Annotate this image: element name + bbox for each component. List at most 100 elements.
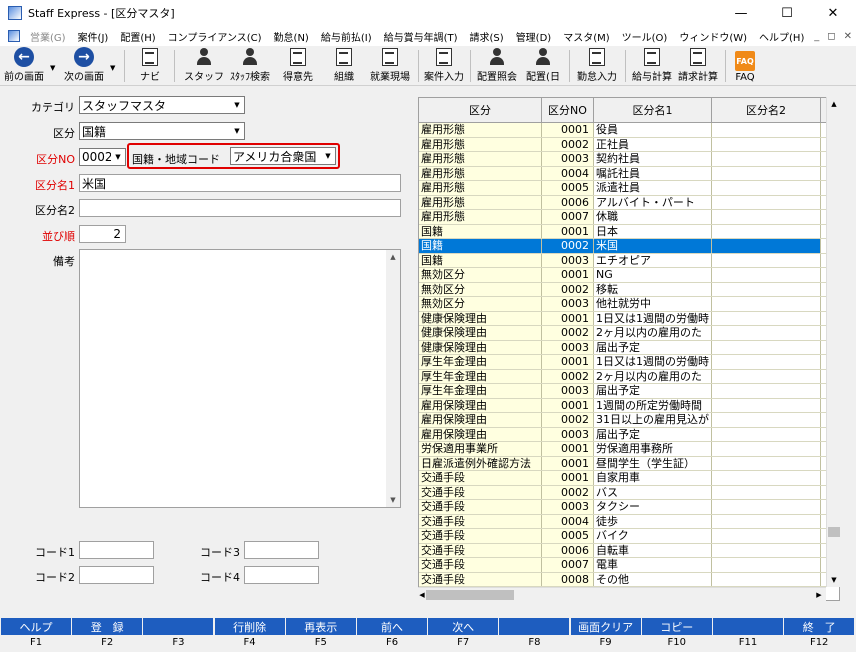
menu-item-eigyo[interactable]: 営業(G) (24, 29, 72, 44)
cell-name2[interactable] (712, 152, 821, 166)
name1-field[interactable]: 米国 (79, 174, 401, 192)
cell-kubun[interactable]: 雇用形態 (419, 123, 542, 137)
grid-vertical-scrollbar[interactable]: ▲ ▼ (826, 97, 840, 587)
cell-kubun-no[interactable]: 0006 (542, 543, 594, 557)
menu-item-window[interactable]: ウィンドウ(W) (673, 29, 753, 44)
menu-item-compliance[interactable]: コンプライアンス(C) (162, 29, 268, 44)
cell-name1[interactable]: 他社就労中 (594, 297, 712, 311)
cell-name2[interactable] (712, 224, 821, 238)
cell-name2[interactable] (712, 398, 821, 412)
table-row[interactable]: 交通手段 0008 その他 (419, 572, 839, 587)
fkey-f6-button[interactable]: 前へ (357, 618, 427, 635)
cell-kubun[interactable]: 交通手段 (419, 514, 542, 528)
cell-name1[interactable]: 嘱託社員 (594, 166, 712, 180)
payroll-calc-button[interactable]: 給与計算 (630, 46, 674, 86)
cell-kubun[interactable]: 健康保険理由 (419, 340, 542, 354)
cell-kubun-no[interactable]: 0002 (542, 413, 594, 427)
attendance-input-button[interactable]: 勤怠入力 (574, 46, 620, 86)
worksite-button[interactable]: 就業現場 (367, 46, 413, 86)
table-row[interactable]: 雇用形態 0005 派遣社員 (419, 181, 839, 196)
billing-calc-button[interactable]: 請求計算 (676, 46, 720, 86)
table-row[interactable]: 健康保険理由 0001 1日又は1週間の労働時 (419, 311, 839, 326)
scroll-up-icon[interactable]: ▲ (827, 97, 841, 111)
country-code-select[interactable]: アメリカ合衆国 ▼ (230, 147, 336, 165)
cell-kubun[interactable]: 雇用形態 (419, 152, 542, 166)
navi-button[interactable]: ナビ (132, 46, 168, 86)
menu-item-seikyu[interactable]: 請求(S) (464, 29, 510, 44)
fkey-f1-button[interactable]: ヘルプ (1, 618, 71, 635)
cell-kubun-no[interactable]: 0004 (542, 514, 594, 528)
cell-name2[interactable] (712, 355, 821, 369)
cell-name1[interactable]: 徒歩 (594, 514, 712, 528)
cell-name2[interactable] (712, 456, 821, 470)
cell-kubun-no[interactable]: 0001 (542, 311, 594, 325)
cell-kubun-no[interactable]: 0001 (542, 355, 594, 369)
assignment-inquiry-button[interactable]: 配置照会 (474, 46, 520, 86)
menu-item-haichi[interactable]: 配置(H) (114, 29, 161, 44)
cell-kubun-no[interactable]: 0008 (542, 572, 594, 586)
table-row[interactable]: 無効区分 0002 移転 (419, 282, 839, 297)
cell-kubun-no[interactable]: 0004 (542, 166, 594, 180)
order-field[interactable]: 2 (79, 225, 126, 243)
fkey-f12-button[interactable]: 終 了 (784, 618, 855, 635)
cell-kubun[interactable]: 雇用形態 (419, 195, 542, 209)
cell-kubun-no[interactable]: 0002 (542, 239, 594, 253)
cell-name1[interactable]: 届出予定 (594, 427, 712, 441)
table-row[interactable]: 国籍 0003 エチオピア (419, 253, 839, 268)
grid-header-kubun-no[interactable]: 区分NO (542, 98, 594, 122)
cell-kubun[interactable]: 厚生年金理由 (419, 355, 542, 369)
cell-name1[interactable]: アルバイト・パート (594, 195, 712, 209)
table-row[interactable]: 無効区分 0001 NG (419, 268, 839, 283)
cell-name1[interactable]: 1日又は1週間の労働時 (594, 355, 712, 369)
cell-kubun-no[interactable]: 0003 (542, 340, 594, 354)
menu-item-master[interactable]: マスタ(M) (557, 29, 615, 44)
cell-name2[interactable] (712, 137, 821, 151)
table-row[interactable]: 交通手段 0006 自転車 (419, 543, 839, 558)
cell-name1[interactable]: 労保適用事務所 (594, 442, 712, 456)
scroll-down-icon[interactable]: ▼ (827, 573, 841, 587)
maximize-button[interactable]: ☐ (764, 0, 810, 26)
table-row[interactable]: 雇用形態 0004 嘱託社員 (419, 166, 839, 181)
chevron-down-icon[interactable]: ▼ (321, 148, 335, 164)
cell-name2[interactable] (712, 268, 821, 282)
staff-button[interactable]: スタッフ (183, 46, 225, 86)
cell-name1[interactable]: 31日以上の雇用見込が (594, 413, 712, 427)
cell-kubun[interactable]: 雇用保険理由 (419, 427, 542, 441)
table-row[interactable]: 健康保険理由 0002 2ヶ月以内の雇用のた (419, 326, 839, 341)
cell-kubun[interactable]: 雇用保険理由 (419, 398, 542, 412)
cell-name1[interactable]: 自家用車 (594, 471, 712, 485)
cell-name1[interactable]: 届出予定 (594, 340, 712, 354)
table-row[interactable]: 国籍 0001 日本 (419, 224, 839, 239)
code3-field[interactable] (244, 541, 319, 559)
cell-kubun-no[interactable]: 0002 (542, 137, 594, 151)
cell-kubun[interactable]: 雇用形態 (419, 181, 542, 195)
cell-kubun-no[interactable]: 0005 (542, 181, 594, 195)
cell-name2[interactable] (712, 558, 821, 572)
organization-button[interactable]: 組織 (326, 46, 362, 86)
cell-name2[interactable] (712, 239, 821, 253)
cell-kubun[interactable]: 労保適用事業所 (419, 442, 542, 456)
cell-kubun-no[interactable]: 0007 (542, 558, 594, 572)
menu-item-maebarai[interactable]: 給与前払(I) (315, 29, 378, 44)
cell-name1[interactable]: NG (594, 268, 712, 282)
close-button[interactable]: ✕ (810, 0, 856, 26)
fkey-f5-button[interactable]: 再表示 (285, 618, 356, 635)
cell-kubun[interactable]: 交通手段 (419, 558, 542, 572)
category-select[interactable]: スタッフマスタ ▼ (79, 96, 245, 114)
cell-name2[interactable] (712, 514, 821, 528)
cell-kubun[interactable]: 交通手段 (419, 529, 542, 543)
fkey-f3-button[interactable] (143, 618, 214, 635)
cell-name1[interactable]: 休職 (594, 210, 712, 224)
cell-name2[interactable] (712, 369, 821, 383)
cell-kubun-no[interactable]: 0003 (542, 152, 594, 166)
fkey-f9-button[interactable]: 画面クリア (570, 618, 641, 635)
customer-button[interactable]: 得意先 (276, 46, 320, 86)
cell-name1[interactable]: 派遣社員 (594, 181, 712, 195)
cell-name2[interactable] (712, 123, 821, 137)
scroll-left-icon[interactable]: ◀ (418, 588, 426, 602)
cell-name2[interactable] (712, 572, 821, 586)
table-row[interactable]: 日雇派遣例外確認方法 0001 昼間学生（学生証） (419, 456, 839, 471)
table-row[interactable]: 交通手段 0005 バイク (419, 529, 839, 544)
grid-header-kubun[interactable]: 区分 (419, 98, 542, 122)
fkey-f2-button[interactable]: 登 録 (72, 618, 143, 635)
